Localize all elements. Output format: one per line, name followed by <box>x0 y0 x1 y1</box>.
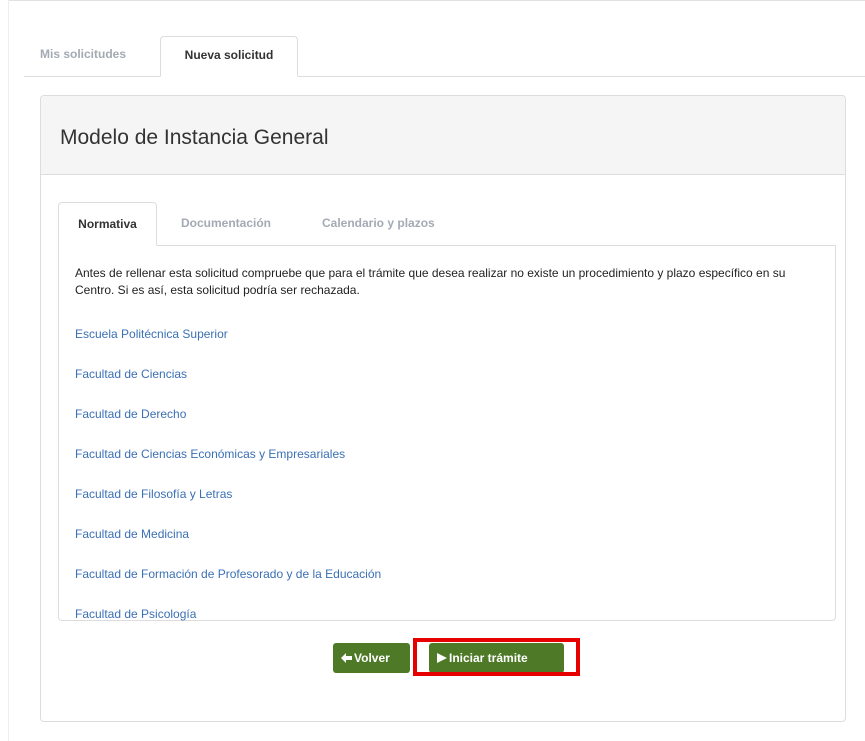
arrow-left-icon <box>341 643 352 673</box>
top-divider <box>8 0 865 1</box>
link-facultad-medicina[interactable]: Facultad de Medicina <box>75 527 189 541</box>
volver-button[interactable]: Volver <box>333 643 410 673</box>
link-facultad-filosofia-letras[interactable]: Facultad de Filosofía y Letras <box>75 487 232 501</box>
tab-documentacion[interactable]: Documentación <box>181 202 271 245</box>
form-panel: Modelo de Instancia General Normativa Do… <box>40 95 846 722</box>
inner-tab-bar: Normativa Documentación Calendario y pla… <box>58 202 836 246</box>
volver-label: Volver <box>354 651 390 665</box>
link-escuela-politecnica-superior[interactable]: Escuela Politécnica Superior <box>75 327 228 341</box>
panel-heading: Modelo de Instancia General <box>41 96 845 175</box>
tab-nueva-solicitud[interactable]: Nueva solicitud <box>160 36 298 77</box>
tab-mis-solicitudes[interactable]: Mis solicitudes <box>26 36 140 76</box>
tab-calendario-plazos[interactable]: Calendario y plazos <box>322 202 435 245</box>
link-facultad-psicologia[interactable]: Facultad de Psicología <box>75 607 196 621</box>
link-facultad-ciencias-economicas[interactable]: Facultad de Ciencias Económicas y Empres… <box>75 447 345 461</box>
link-facultad-derecho[interactable]: Facultad de Derecho <box>75 407 186 421</box>
intro-text: Antes de rellenar esta solicitud comprue… <box>75 266 786 297</box>
page: Mis solicitudes Nueva solicitud Modelo d… <box>0 0 865 741</box>
normativa-content: Antes de rellenar esta solicitud comprue… <box>58 245 836 621</box>
outer-tab-bar: Mis solicitudes Nueva solicitud <box>24 36 865 77</box>
left-divider <box>8 0 9 741</box>
link-facultad-ciencias[interactable]: Facultad de Ciencias <box>75 367 187 381</box>
panel-title: Modelo de Instancia General <box>60 126 329 149</box>
link-facultad-formacion-profesorado[interactable]: Facultad de Formación de Profesorado y d… <box>75 567 381 581</box>
highlight-box <box>413 638 580 676</box>
tab-normativa[interactable]: Normativa <box>58 202 157 246</box>
